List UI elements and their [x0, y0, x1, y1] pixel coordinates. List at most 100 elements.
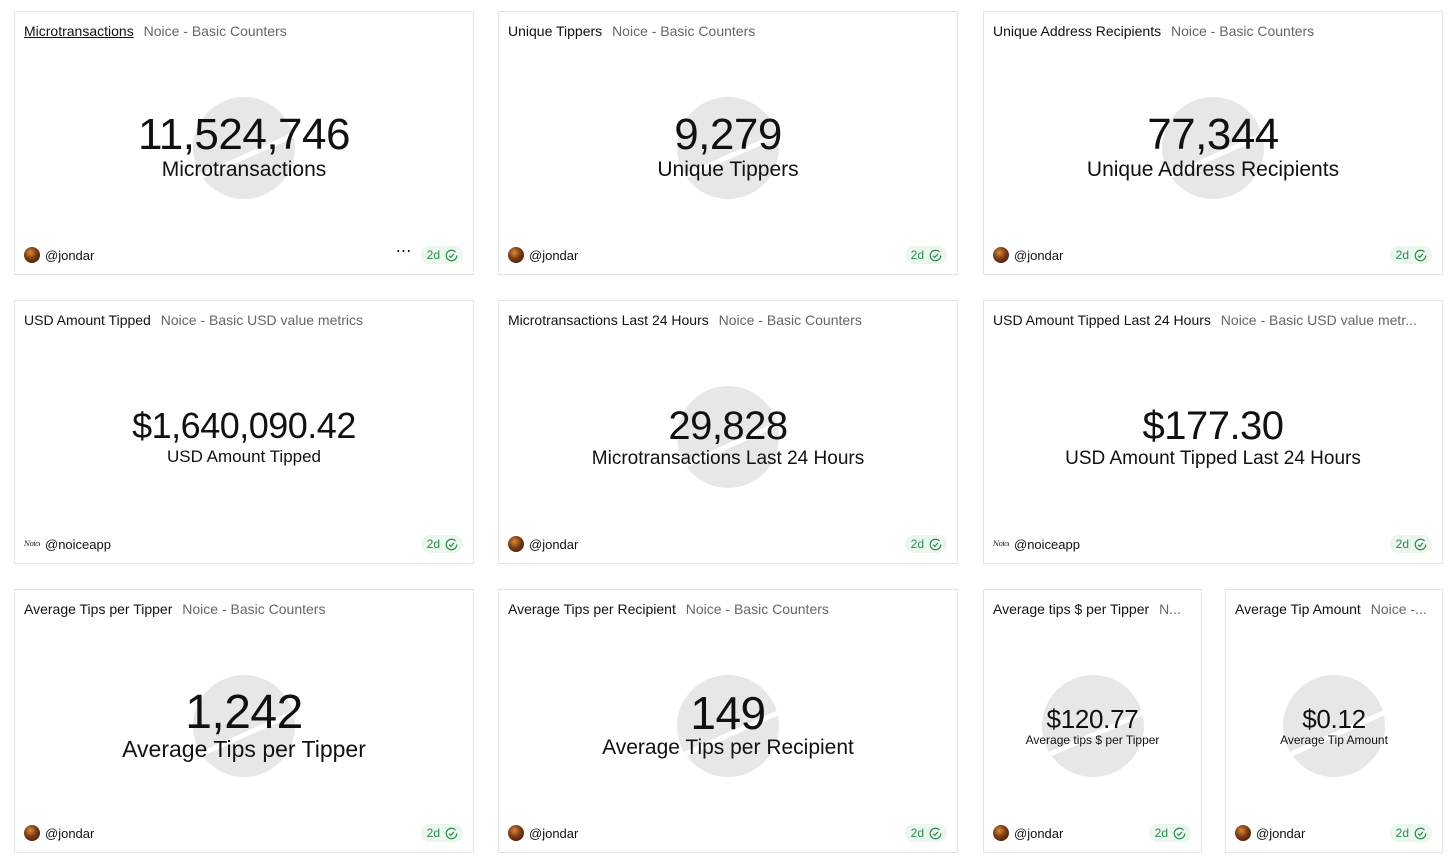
freshness-age: 2d	[1395, 248, 1409, 262]
noice-logo-avatar[interactable]: Noice	[993, 536, 1009, 552]
card-title-link[interactable]: Microtransactions	[24, 23, 134, 39]
query-card-average-tips-usd-per-tipper[interactable]: Average tips $ per Tipper N... $120.77 A…	[983, 589, 1202, 853]
counter-value: $120.77	[1046, 704, 1139, 734]
counter-value: $1,640,090.42	[132, 405, 356, 446]
card-source[interactable]: Noice - Basic Counters	[719, 312, 862, 328]
noice-logo-avatar[interactable]: Noice	[24, 536, 40, 552]
check-circle-icon	[445, 827, 458, 839]
avatar[interactable]	[1235, 825, 1251, 841]
avatar[interactable]	[24, 247, 40, 263]
card-footer: @jondar 2d	[508, 246, 947, 264]
card-source[interactable]: Noice -...	[1371, 601, 1427, 617]
counter-label: Average Tips per Tipper	[122, 736, 366, 762]
card-header: Average Tip Amount Noice -...	[1235, 600, 1432, 618]
owner-username[interactable]: @jondar	[1014, 248, 1063, 263]
counter-visual: $1,640,090.42 USD Amount Tipped	[15, 357, 473, 517]
owner-username[interactable]: @jondar	[529, 537, 578, 552]
freshness-badge[interactable]: 2d	[1389, 824, 1432, 842]
freshness-age: 2d	[910, 537, 924, 551]
owner-username[interactable]: @jondar	[529, 826, 578, 841]
card-header: USD Amount Tipped Last 24 Hours Noice - …	[993, 311, 1432, 329]
check-circle-icon	[1414, 827, 1427, 839]
query-card-average-tips-per-recipient[interactable]: Average Tips per Recipient Noice - Basic…	[498, 589, 958, 853]
card-title-link[interactable]: Average Tip Amount	[1235, 601, 1361, 617]
card-header: Average Tips per Recipient Noice - Basic…	[508, 600, 947, 618]
card-footer: Noice @noiceapp 2d	[24, 535, 463, 553]
card-source[interactable]: Noice - Basic Counters	[612, 23, 755, 39]
owner-username[interactable]: @jondar	[1256, 826, 1305, 841]
counter-value: 77,344	[1147, 110, 1279, 159]
query-card-unique-address-recipients[interactable]: Unique Address Recipients Noice - Basic …	[983, 11, 1443, 275]
card-source[interactable]: Noice - Basic Counters	[182, 601, 325, 617]
avatar[interactable]	[508, 247, 524, 263]
query-card-microtransactions-24h[interactable]: Microtransactions Last 24 Hours Noice - …	[498, 300, 958, 564]
card-title-link[interactable]: Average Tips per Recipient	[508, 601, 676, 617]
freshness-badge[interactable]: 2d	[1389, 535, 1432, 553]
counter-visual: 149 Average Tips per Recipient	[499, 646, 957, 806]
freshness-badge[interactable]: 2d	[420, 824, 463, 842]
check-circle-icon	[445, 538, 458, 550]
freshness-badge[interactable]: 2d	[420, 535, 463, 553]
card-title-link[interactable]: Unique Address Recipients	[993, 23, 1161, 39]
freshness-badge[interactable]: 2d	[1389, 246, 1432, 264]
freshness-age: 2d	[1395, 826, 1409, 840]
more-options-icon[interactable]: ⋯	[396, 244, 412, 263]
card-source[interactable]: N...	[1159, 601, 1181, 617]
query-card-average-tip-amount[interactable]: Average Tip Amount Noice -... $0.12 Aver…	[1225, 589, 1443, 853]
card-title-link[interactable]: Unique Tippers	[508, 23, 602, 39]
avatar[interactable]	[993, 247, 1009, 263]
freshness-badge[interactable]: 2d	[420, 246, 463, 264]
check-circle-icon	[929, 538, 942, 550]
card-title-link[interactable]: USD Amount Tipped Last 24 Hours	[993, 312, 1211, 328]
card-title-link[interactable]: Microtransactions Last 24 Hours	[508, 312, 709, 328]
check-circle-icon	[445, 249, 458, 261]
owner-username[interactable]: @jondar	[529, 248, 578, 263]
card-source[interactable]: Noice - Basic Counters	[686, 601, 829, 617]
card-title-link[interactable]: Average tips $ per Tipper	[993, 601, 1149, 617]
query-card-microtransactions[interactable]: Microtransactions Noice - Basic Counters…	[14, 11, 474, 275]
freshness-age: 2d	[910, 826, 924, 840]
freshness-age: 2d	[426, 537, 440, 551]
owner-username[interactable]: @noiceapp	[45, 537, 111, 552]
avatar[interactable]	[993, 825, 1009, 841]
freshness-badge[interactable]: 2d	[904, 824, 947, 842]
owner-username[interactable]: @jondar	[45, 826, 94, 841]
owner-username[interactable]: @jondar	[1014, 826, 1063, 841]
card-title-link[interactable]: USD Amount Tipped	[24, 312, 151, 328]
query-card-usd-amount-tipped[interactable]: USD Amount Tipped Noice - Basic USD valu…	[14, 300, 474, 564]
counter-label: USD Amount Tipped	[166, 447, 322, 466]
card-footer: Noice @noiceapp 2d	[993, 535, 1432, 553]
avatar[interactable]	[24, 825, 40, 841]
counter-label: Microtransactions	[161, 158, 327, 181]
freshness-age: 2d	[426, 826, 440, 840]
counter-visual: $0.12 Average Tip Amount	[1226, 646, 1442, 806]
card-header: USD Amount Tipped Noice - Basic USD valu…	[24, 311, 463, 329]
owner-username[interactable]: @jondar	[45, 248, 94, 263]
owner-username[interactable]: @noiceapp	[1014, 537, 1080, 552]
card-header: Average Tips per Tipper Noice - Basic Co…	[24, 600, 463, 618]
card-source[interactable]: Noice - Basic Counters	[1171, 23, 1314, 39]
query-card-unique-tippers[interactable]: Unique Tippers Noice - Basic Counters 9,…	[498, 11, 958, 275]
counter-label: Unique Tippers	[657, 158, 799, 181]
avatar[interactable]	[508, 825, 524, 841]
check-circle-icon	[1173, 827, 1186, 839]
counter-value: 29,828	[668, 404, 788, 448]
card-title-link[interactable]: Average Tips per Tipper	[24, 601, 172, 617]
card-source[interactable]: Noice - Basic USD value metrics	[161, 312, 363, 328]
card-footer: @jondar ⋯ 2d	[24, 244, 463, 264]
freshness-badge[interactable]: 2d	[904, 535, 947, 553]
avatar[interactable]	[508, 536, 524, 552]
freshness-badge[interactable]: 2d	[1148, 824, 1191, 842]
counter-visual: 29,828 Microtransactions Last 24 Hours	[499, 357, 957, 517]
freshness-age: 2d	[426, 248, 440, 262]
query-card-usd-amount-tipped-24h[interactable]: USD Amount Tipped Last 24 Hours Noice - …	[983, 300, 1443, 564]
check-circle-icon	[1414, 538, 1427, 550]
counter-label: Average Tips per Recipient	[602, 736, 854, 759]
freshness-badge[interactable]: 2d	[904, 246, 947, 264]
counter-visual: 11,524,746 Microtransactions	[15, 68, 473, 228]
query-card-average-tips-per-tipper[interactable]: Average Tips per Tipper Noice - Basic Co…	[14, 589, 474, 853]
card-source[interactable]: Noice - Basic Counters	[144, 23, 287, 39]
card-footer: @jondar 2d	[24, 824, 463, 842]
card-source[interactable]: Noice - Basic USD value metr...	[1221, 312, 1417, 328]
card-header: Unique Tippers Noice - Basic Counters	[508, 22, 947, 40]
